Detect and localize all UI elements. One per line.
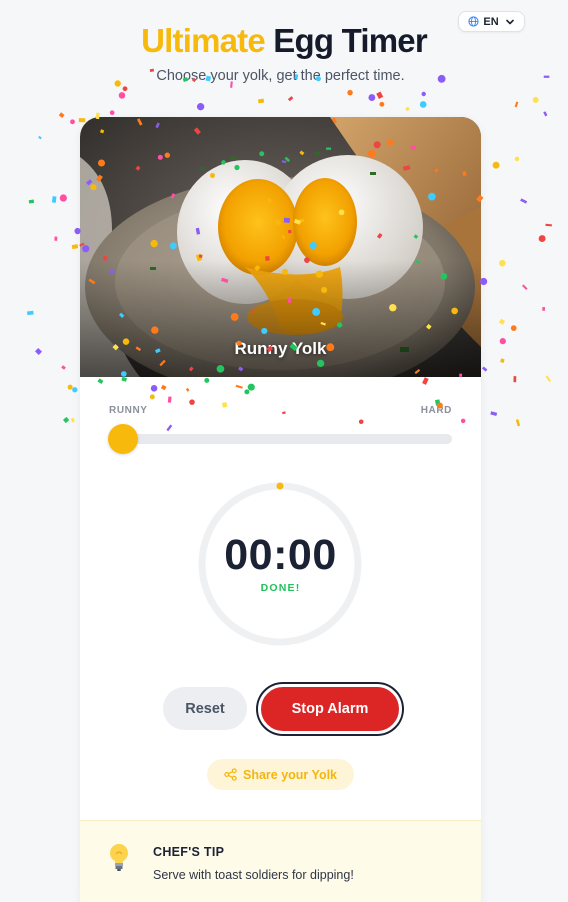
slider-min-label: RUNNY: [109, 405, 148, 416]
confetti-piece: [510, 325, 517, 331]
title-rest: Egg Timer: [273, 22, 427, 59]
confetti-piece: [28, 199, 35, 204]
timer-progress-dot: [276, 482, 284, 490]
confetti-piece: [500, 358, 505, 364]
confetti-piece: [514, 101, 519, 108]
chef-tip: CHEF'S TIP Serve with toast soldiers for…: [80, 820, 481, 902]
timer-card: Runny Yolk RUNNY HARD 00:00 DONE! Reset …: [80, 117, 481, 902]
confetti-piece: [61, 365, 66, 370]
confetti-piece: [520, 198, 528, 204]
egg-hero-image: Runny Yolk: [80, 117, 481, 377]
confetti-piece: [521, 284, 528, 290]
title-highlight: Ultimate: [141, 22, 266, 59]
confetti-piece: [479, 277, 488, 286]
confetti-piece: [379, 101, 385, 107]
doneness-slider-thumb[interactable]: [108, 424, 138, 454]
stop-alarm-button[interactable]: Stop Alarm: [258, 684, 402, 734]
confetti-piece: [67, 384, 73, 390]
confetti-piece: [58, 112, 65, 118]
share-label: Share your Yolk: [242, 767, 338, 782]
timer-display: 00:00: [224, 531, 337, 579]
confetti-piece: [70, 119, 75, 125]
confetti-piece: [257, 98, 265, 104]
confetti-piece: [27, 310, 34, 316]
confetti-piece: [63, 416, 70, 424]
confetti-piece: [499, 259, 506, 267]
reset-button[interactable]: Reset: [163, 687, 247, 730]
confetti-piece: [514, 156, 520, 162]
confetti-piece: [419, 101, 427, 108]
confetti-piece: [196, 103, 205, 111]
confetti-piece: [118, 92, 126, 99]
confetti-piece: [538, 235, 546, 243]
yolk-type-label: Runny Yolk: [234, 339, 327, 358]
confetti-piece: [70, 417, 75, 423]
confetti-piece: [481, 366, 488, 372]
doneness-slider-track[interactable]: [109, 434, 452, 444]
share-button[interactable]: Share your Yolk: [207, 759, 354, 790]
confetti-piece: [38, 135, 42, 140]
confetti-piece: [492, 161, 500, 169]
confetti-piece: [51, 196, 57, 203]
confetti-piece: [368, 94, 376, 101]
page-title: Ultimate Egg Timer: [0, 22, 568, 60]
slider-max-label: HARD: [420, 405, 452, 416]
doneness-labels: RUNNY HARD: [109, 405, 452, 416]
confetti-piece: [532, 96, 539, 103]
confetti-piece: [542, 307, 546, 311]
confetti-piece: [490, 411, 498, 417]
confetti-piece: [71, 244, 79, 250]
confetti-piece: [545, 223, 552, 227]
confetti-piece: [515, 419, 521, 427]
confetti-piece: [545, 375, 552, 383]
lightbulb-icon: [110, 844, 128, 871]
confetti-piece: [347, 89, 353, 96]
tip-text: Serve with toast soldiers for dipping!: [153, 868, 354, 882]
confetti-piece: [405, 106, 410, 112]
page-subtitle: Choose your yolk, get the perfect time.: [156, 68, 405, 84]
confetti-piece: [35, 347, 42, 355]
share-icon: [224, 768, 237, 781]
confetti-piece: [54, 236, 58, 241]
confetti-piece: [287, 96, 294, 102]
confetti-piece: [498, 318, 506, 325]
tip-title: CHEF'S TIP: [153, 845, 225, 859]
confetti-piece: [513, 376, 517, 383]
confetti-piece: [543, 111, 548, 117]
confetti-piece: [376, 91, 384, 99]
confetti-piece: [421, 91, 426, 97]
confetti-piece: [109, 110, 115, 116]
confetti-piece: [72, 387, 78, 393]
confetti-piece: [122, 86, 128, 92]
confetti-piece: [499, 338, 506, 345]
confetti-piece: [59, 194, 67, 202]
timer-status: DONE!: [260, 582, 301, 594]
